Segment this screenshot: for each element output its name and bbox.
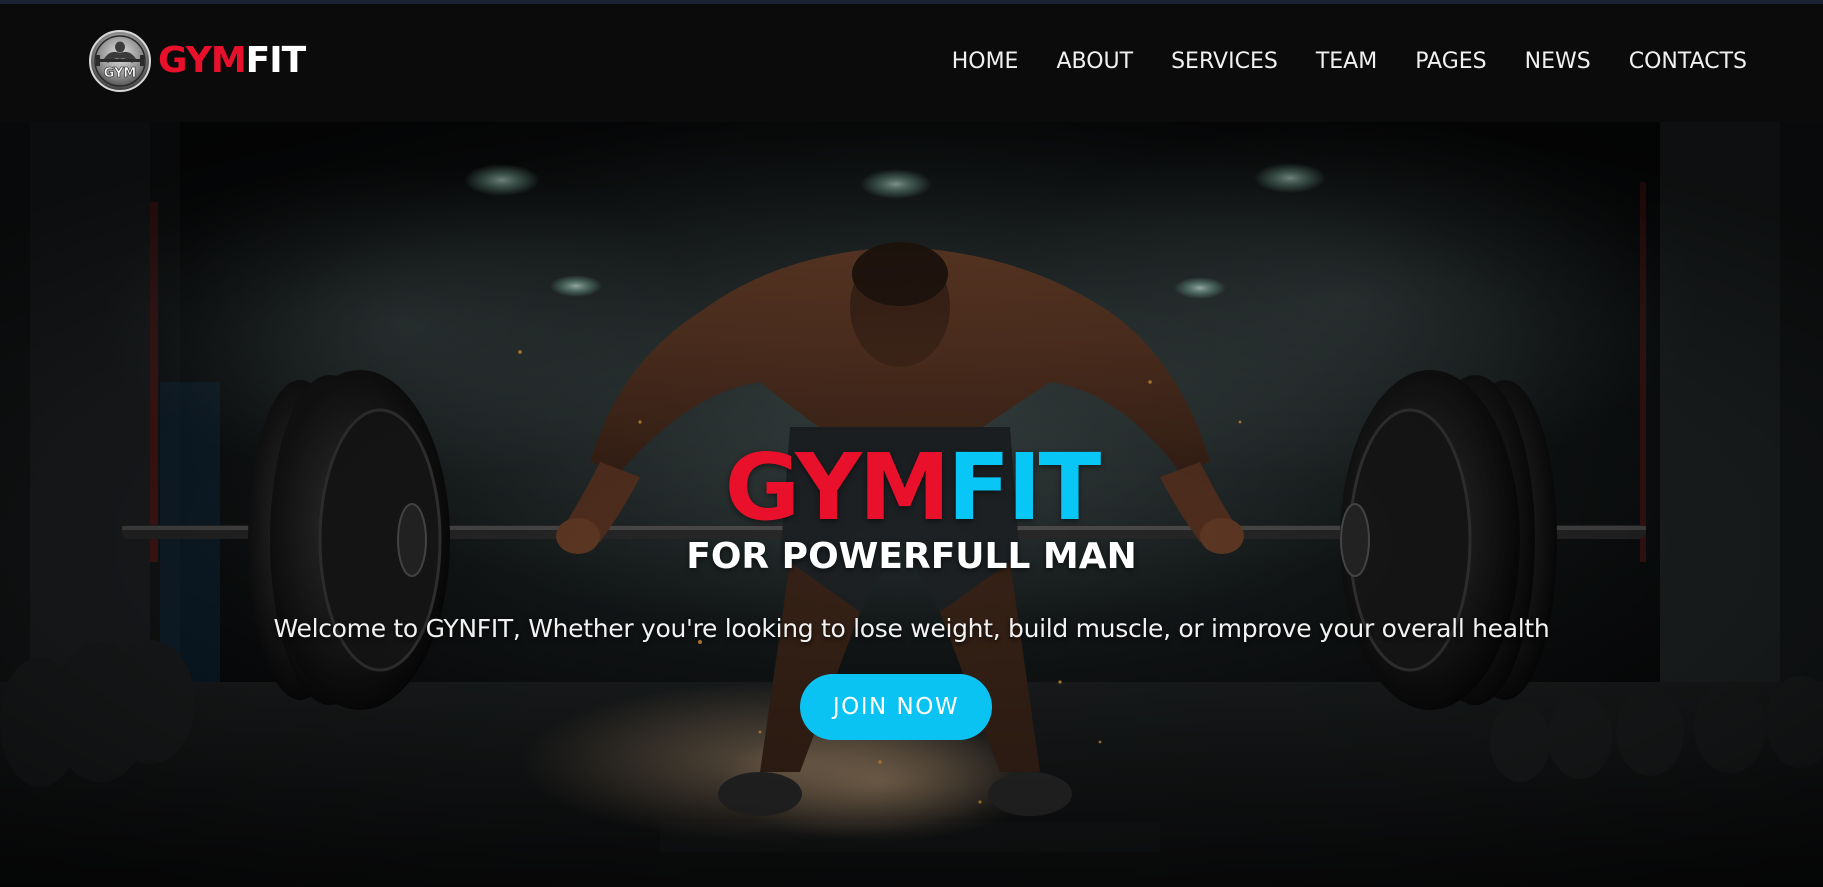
hero-welcome-text: Welcome to GYNFIT, Whether you're lookin…	[273, 614, 1550, 643]
hero-title-gym: GYM	[724, 434, 951, 541]
site-header: GYM GYMFIT HOME ABOUT SERVICES TEAM PAGE…	[0, 4, 1823, 122]
logo-wordmark: GYMFIT	[158, 40, 307, 81]
nav-item-pages[interactable]: PAGES	[1415, 49, 1486, 74]
badge-text: GYM	[104, 66, 137, 81]
page: GYM GYMFIT HOME ABOUT SERVICES TEAM PAGE…	[0, 0, 1823, 887]
nav-item-about[interactable]: ABOUT	[1056, 49, 1133, 74]
hero-title-fit: FIT	[947, 434, 1101, 541]
main-nav: HOME ABOUT SERVICES TEAM PAGES NEWS CONT…	[952, 49, 1747, 74]
logo-text-fit: FIT	[245, 40, 307, 81]
hero-title: GYMFIT	[0, 442, 1823, 534]
gym-badge-icon: GYM	[89, 30, 151, 92]
hero-content: GYMFIT FOR POWERFULL MAN Welcome to GYNF…	[0, 122, 1823, 887]
site-logo[interactable]: GYM GYMFIT	[88, 29, 307, 93]
nav-item-contacts[interactable]: CONTACTS	[1629, 49, 1747, 74]
nav-item-home[interactable]: HOME	[952, 49, 1019, 74]
join-now-button[interactable]: JOIN NOW	[800, 674, 992, 740]
nav-item-news[interactable]: NEWS	[1525, 49, 1591, 74]
logo-text-gym: GYM	[158, 40, 247, 81]
nav-item-team[interactable]: TEAM	[1316, 49, 1377, 74]
nav-item-services[interactable]: SERVICES	[1171, 49, 1278, 74]
hero-subtitle: FOR POWERFULL MAN	[686, 536, 1137, 577]
hero-section: GYMFIT FOR POWERFULL MAN Welcome to GYNF…	[0, 122, 1823, 887]
